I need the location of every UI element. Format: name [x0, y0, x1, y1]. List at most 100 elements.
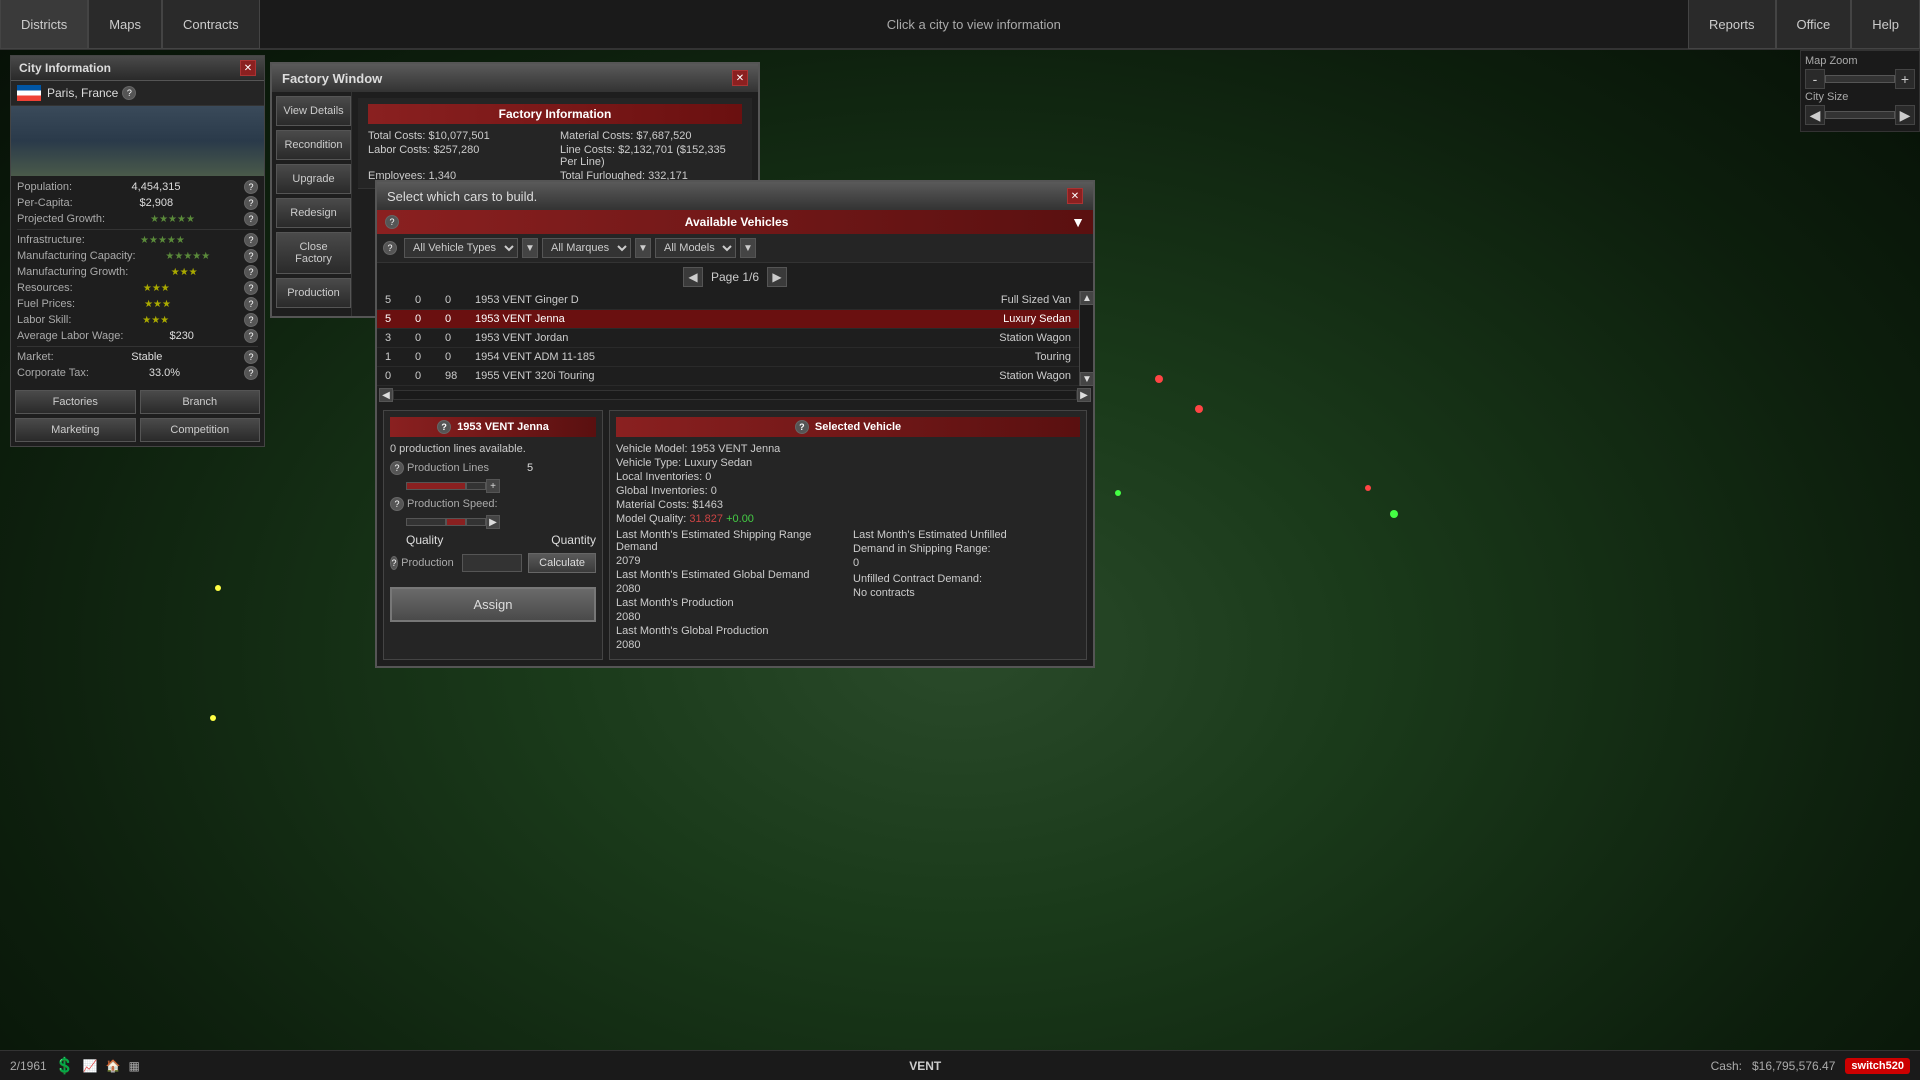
sv-hscroll-right-button[interactable]: ▶: [1077, 388, 1091, 402]
upgrade-button[interactable]: Upgrade: [276, 164, 351, 194]
sv-left-help[interactable]: ?: [437, 420, 451, 434]
marques-arrow[interactable]: ▼: [635, 238, 651, 258]
recondition-button[interactable]: Recondition: [276, 130, 351, 160]
map-dot[interactable]: [215, 585, 221, 591]
labor-skill-help[interactable]: ?: [244, 313, 258, 327]
city-size-minus-button[interactable]: ◀: [1805, 105, 1825, 125]
city-size-plus-button[interactable]: ▶: [1895, 105, 1915, 125]
projected-growth-help[interactable]: ?: [244, 212, 258, 226]
sv-hscroll-track[interactable]: [393, 390, 1077, 400]
sv-prod-help[interactable]: ?: [390, 556, 398, 570]
map-dot[interactable]: [210, 715, 216, 721]
models-arrow[interactable]: ▼: [740, 238, 756, 258]
sv-right-panel: ? Selected Vehicle Vehicle Model: 1953 V…: [609, 410, 1087, 660]
map-dot[interactable]: [1115, 490, 1121, 496]
fuel-prices-help[interactable]: ?: [244, 297, 258, 311]
competition-button[interactable]: Competition: [140, 418, 261, 442]
market-label: Market:: [17, 351, 54, 363]
market-value: Stable: [131, 351, 162, 363]
city-info-close-button[interactable]: ✕: [240, 60, 256, 76]
sv-prod-speed-help[interactable]: ?: [390, 497, 404, 511]
city-size-slider[interactable]: [1825, 111, 1895, 119]
zoom-slider[interactable]: [1825, 75, 1895, 83]
production-input[interactable]: 1356: [462, 554, 522, 572]
building-icon[interactable]: 🏠: [106, 1059, 121, 1073]
population-help[interactable]: ?: [244, 180, 258, 194]
sv-prev-page-button[interactable]: ◀: [683, 267, 703, 287]
sv-global-inv-row: Global Inventories: 0: [616, 485, 1080, 497]
marketing-button[interactable]: Marketing: [15, 418, 136, 442]
sv-close-button[interactable]: ✕: [1067, 188, 1083, 204]
total-costs-row: Total Costs: $10,077,501: [368, 130, 550, 142]
zoom-minus-button[interactable]: -: [1805, 69, 1825, 89]
table-row[interactable]: 00981955 VENT 320i TouringStation Wagon: [377, 367, 1079, 386]
map-zoom-label: Map Zoom: [1805, 55, 1858, 67]
reports-button[interactable]: Reports: [1688, 0, 1776, 49]
assign-button[interactable]: Assign: [390, 587, 596, 622]
sv-unfilled-contract-label: Unfilled Contract Demand:: [853, 573, 1080, 585]
zoom-plus-button[interactable]: +: [1895, 69, 1915, 89]
sv-model-value: 1953 VENT Jenna: [691, 443, 781, 455]
sv-header-arrow[interactable]: ▼: [1071, 214, 1085, 230]
sv-horizontal-scroll: ◀ ▶: [377, 386, 1093, 404]
corporate-tax-help[interactable]: ?: [244, 366, 258, 380]
map-dot[interactable]: [1390, 510, 1398, 518]
manufacturing-growth-help[interactable]: ?: [244, 265, 258, 279]
grid-icon[interactable]: ▦: [129, 1059, 140, 1073]
population-value: 4,454,315: [132, 181, 181, 193]
districts-button[interactable]: Districts: [0, 0, 88, 49]
sv-right-help[interactable]: ?: [795, 420, 809, 434]
redesign-button[interactable]: Redesign: [276, 198, 351, 228]
manufacturing-cap-stars: ★★★★★: [165, 251, 210, 262]
projected-growth-stars: ★★★★★: [150, 214, 195, 225]
prod-speed-right-arrow[interactable]: ▶: [486, 515, 500, 529]
factory-close-button[interactable]: ✕: [732, 70, 748, 86]
avg-labor-wage-help[interactable]: ?: [244, 329, 258, 343]
per-capita-label: Per-Capita:: [17, 197, 73, 209]
sv-scroll-up-button[interactable]: ▲: [1080, 291, 1094, 305]
sv-hscroll-left-button[interactable]: ◀: [379, 388, 393, 402]
graph-icon[interactable]: 📈: [83, 1059, 98, 1073]
vehicle-type-filter[interactable]: All Vehicle Types: [404, 238, 518, 258]
models-filter[interactable]: All Models: [655, 238, 736, 258]
quality-label: Quality: [406, 533, 443, 547]
per-capita-value: $2,908: [139, 197, 173, 209]
production-button[interactable]: Production: [276, 278, 351, 308]
contracts-button[interactable]: Contracts: [162, 0, 260, 49]
prod-lines-plus[interactable]: +: [486, 479, 500, 493]
map-dot[interactable]: [1195, 405, 1203, 413]
manufacturing-cap-help[interactable]: ?: [244, 249, 258, 263]
top-center-text: Click a city to view information: [260, 17, 1688, 32]
market-help[interactable]: ?: [244, 350, 258, 364]
sv-next-page-button[interactable]: ▶: [767, 267, 787, 287]
sv-header-help[interactable]: ?: [385, 215, 399, 229]
table-row[interactable]: 3001953 VENT JordanStation Wagon: [377, 329, 1079, 348]
table-row[interactable]: 5001953 VENT JennaLuxury Sedan: [377, 310, 1079, 329]
money-icon[interactable]: 💲: [55, 1056, 75, 1076]
view-details-button[interactable]: View Details: [276, 96, 351, 126]
per-capita-help[interactable]: ?: [244, 196, 258, 210]
sv-scroll-track[interactable]: [1080, 305, 1093, 372]
map-dot[interactable]: [1365, 485, 1371, 491]
resources-help[interactable]: ?: [244, 281, 258, 295]
labor-skill-stars: ★★★: [142, 315, 169, 326]
sv-prod-lines-label: Production Lines: [407, 462, 527, 474]
sv-scroll-down-button[interactable]: ▼: [1080, 372, 1094, 386]
marques-filter[interactable]: All Marques: [542, 238, 631, 258]
city-name-help[interactable]: ?: [122, 86, 136, 100]
infrastructure-help[interactable]: ?: [244, 233, 258, 247]
vehicle-type-arrow[interactable]: ▼: [522, 238, 538, 258]
sv-local-inv-row: Local Inventories: 0: [616, 471, 1080, 483]
close-factory-button[interactable]: Close Factory: [276, 232, 351, 274]
office-button[interactable]: Office: [1776, 0, 1852, 49]
calculate-button[interactable]: Calculate: [528, 553, 596, 573]
table-row[interactable]: 1001954 VENT ADM 11-185Touring: [377, 348, 1079, 367]
table-row[interactable]: 5001953 VENT Ginger DFull Sized Van: [377, 291, 1079, 310]
sv-prod-lines-help[interactable]: ?: [390, 461, 404, 475]
map-dot[interactable]: [1155, 375, 1163, 383]
sv-filter-help[interactable]: ?: [383, 241, 397, 255]
maps-button[interactable]: Maps: [88, 0, 162, 49]
factories-button[interactable]: Factories: [15, 390, 136, 414]
help-button[interactable]: Help: [1851, 0, 1920, 49]
branch-button[interactable]: Branch: [140, 390, 261, 414]
